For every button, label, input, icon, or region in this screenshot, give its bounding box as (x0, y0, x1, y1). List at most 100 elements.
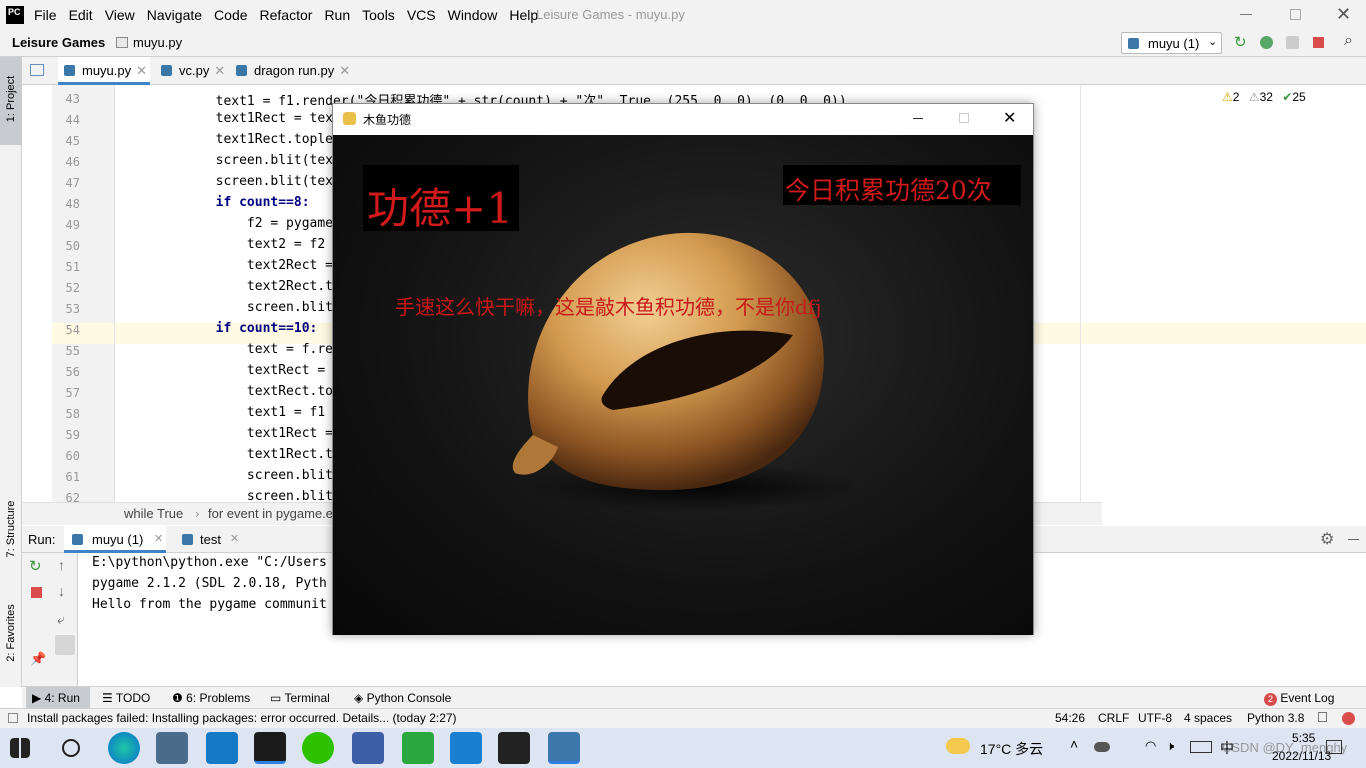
code-line[interactable]: text1 = f1 (153, 405, 325, 420)
tab-vc[interactable]: vc.py ✕ (155, 57, 227, 85)
code-line[interactable]: text1Rect = (153, 426, 333, 441)
code-line[interactable]: textRect.to (153, 384, 333, 399)
network-icon[interactable]: ◠ (1145, 738, 1156, 754)
run-config-dropdown[interactable]: muyu (1) ⌄ (1121, 32, 1222, 54)
tool-problems[interactable]: ❶ 6: Problems (172, 687, 250, 709)
breadcrumb-file[interactable]: muyu.py (133, 35, 182, 50)
rerun-icon[interactable]: ↻ (29, 557, 42, 575)
tab-muyu[interactable]: muyu.py ✕ (58, 57, 150, 85)
code-line[interactable]: text2 = f2 (153, 237, 325, 252)
stop-icon[interactable] (31, 587, 42, 598)
favorites-tool-tab[interactable]: 2: Favorites (0, 587, 22, 682)
app-icon[interactable] (206, 732, 238, 764)
tool-run[interactable]: ▶ 4: Run (26, 687, 90, 709)
arrow-up-icon[interactable]: ↑ (58, 557, 65, 573)
stop-icon[interactable] (1313, 37, 1324, 48)
close-tab-icon[interactable]: ✕ (230, 532, 239, 545)
menu-file[interactable]: File (28, 0, 63, 30)
structure-tool-tab[interactable]: 7: Structure (0, 487, 22, 575)
scroll-to-end-icon[interactable] (55, 635, 75, 655)
soft-wrap-icon[interactable]: ⤶ (57, 611, 65, 628)
edge-icon[interactable] (108, 732, 140, 764)
menu-edit[interactable]: Edit (63, 0, 99, 30)
tab-dragon-run[interactable]: dragon run.py ✕ (230, 57, 355, 85)
volume-icon[interactable]: 🕨 (1166, 738, 1174, 754)
nox-icon[interactable] (156, 732, 188, 764)
coverage-icon[interactable] (1286, 36, 1299, 49)
code-line[interactable]: text1Rect = tex (153, 111, 333, 126)
vscode-icon[interactable] (450, 732, 482, 764)
game-maximize-button[interactable] (959, 113, 969, 123)
restore-button[interactable] (1290, 9, 1301, 20)
weather-text[interactable]: 17°C 多云 (980, 739, 1043, 759)
line-separator[interactable]: CRLF (1098, 711, 1129, 725)
code-line[interactable]: screen.blit(tex (153, 153, 333, 168)
code-line[interactable]: text1Rect.tople (153, 132, 333, 147)
breadcrumb-for[interactable]: for event in pygame.e (208, 506, 333, 521)
hide-panel-icon[interactable] (1348, 539, 1359, 540)
status-toggle-icon[interactable] (8, 713, 18, 723)
error-icon[interactable] (1342, 712, 1355, 725)
menu-vcs[interactable]: VCS (401, 0, 442, 30)
notification-icon[interactable] (1326, 740, 1342, 754)
app-icon[interactable] (352, 732, 384, 764)
pycharm-icon[interactable] (254, 732, 286, 764)
inspection-widget[interactable]: ⚠2 ⚠32 ✔25 (1222, 90, 1362, 106)
terminal-icon[interactable] (498, 732, 530, 764)
hbuilder-icon[interactable] (402, 732, 434, 764)
code-line[interactable]: textRect = (153, 363, 325, 378)
debug-icon[interactable] (1260, 36, 1273, 49)
tool-python-console[interactable]: ◈ Python Console (354, 687, 451, 709)
project-pane-toggle[interactable] (30, 64, 44, 76)
caret-position[interactable]: 54:26 (1055, 711, 1085, 725)
menu-run[interactable]: Run (318, 0, 356, 30)
status-message[interactable]: Install packages failed: Installing pack… (27, 711, 457, 725)
code-line[interactable]: if count==10: (153, 321, 318, 336)
lock-icon[interactable] (1318, 712, 1327, 722)
game-canvas[interactable]: 功德+1 今日积累功德20次 手速这么快干嘛，这是敲木鱼积功德，不是你dfj (333, 135, 1033, 635)
search-circle-icon[interactable] (62, 739, 80, 757)
code-line[interactable]: if count==8: (153, 195, 310, 210)
breadcrumb-project[interactable]: Leisure Games (12, 35, 105, 50)
search-icon[interactable]: ⌕ (1344, 32, 1353, 50)
menu-view[interactable]: View (99, 0, 141, 30)
menu-tools[interactable]: Tools (356, 0, 401, 30)
arrow-down-icon[interactable]: ↓ (58, 583, 65, 599)
code-line[interactable]: screen.blit (153, 468, 333, 483)
close-tab-icon[interactable]: ✕ (154, 532, 163, 545)
menu-window[interactable]: Window (442, 0, 504, 30)
tool-todo[interactable]: ☰ TODO (102, 687, 150, 709)
game-close-button[interactable]: ✕ (1003, 108, 1016, 128)
minimize-button[interactable] (1240, 14, 1252, 15)
python-icon[interactable] (548, 732, 580, 764)
game-minimize-button[interactable] (913, 118, 923, 119)
code-line[interactable]: text2Rect = (153, 258, 333, 273)
menu-code[interactable]: Code (208, 0, 253, 30)
indent-setting[interactable]: 4 spaces (1184, 711, 1232, 725)
close-tab-icon[interactable]: ✕ (136, 63, 147, 78)
project-tool-tab[interactable]: 1: Project (0, 57, 22, 145)
wechat-icon[interactable] (302, 732, 334, 764)
rerun-icon[interactable]: ↻ (1234, 33, 1247, 51)
wooden-fish-image[interactable] (493, 225, 853, 515)
close-button[interactable]: ✕ (1336, 4, 1351, 25)
code-line[interactable]: text = f.re (153, 342, 333, 357)
code-line[interactable]: text1Rect.t (153, 447, 333, 462)
gear-icon[interactable]: ⚙ (1320, 529, 1334, 549)
close-tab-icon[interactable]: ✕ (339, 63, 350, 78)
code-line[interactable]: screen.blit(tex (153, 174, 333, 189)
breadcrumb-while[interactable]: while True (124, 506, 183, 521)
event-log[interactable]: 2 Event Log (1264, 687, 1334, 709)
run-tab-muyu[interactable]: muyu (1) ✕ (64, 526, 166, 553)
keyboard-icon[interactable] (1190, 741, 1212, 753)
close-tab-icon[interactable]: ✕ (214, 63, 225, 78)
interpreter[interactable]: Python 3.8 (1247, 711, 1304, 725)
file-encoding[interactable]: UTF-8 (1138, 711, 1172, 725)
onedrive-icon[interactable] (1094, 742, 1110, 752)
code-line[interactable]: screen.blit (153, 300, 333, 315)
menu-refactor[interactable]: Refactor (254, 0, 319, 30)
pin-icon[interactable]: 📌 (30, 651, 46, 667)
run-tab-test[interactable]: test ✕ (174, 526, 244, 553)
windows-start-icon[interactable] (10, 738, 30, 758)
tool-terminal[interactable]: ▭ Terminal (270, 687, 330, 709)
